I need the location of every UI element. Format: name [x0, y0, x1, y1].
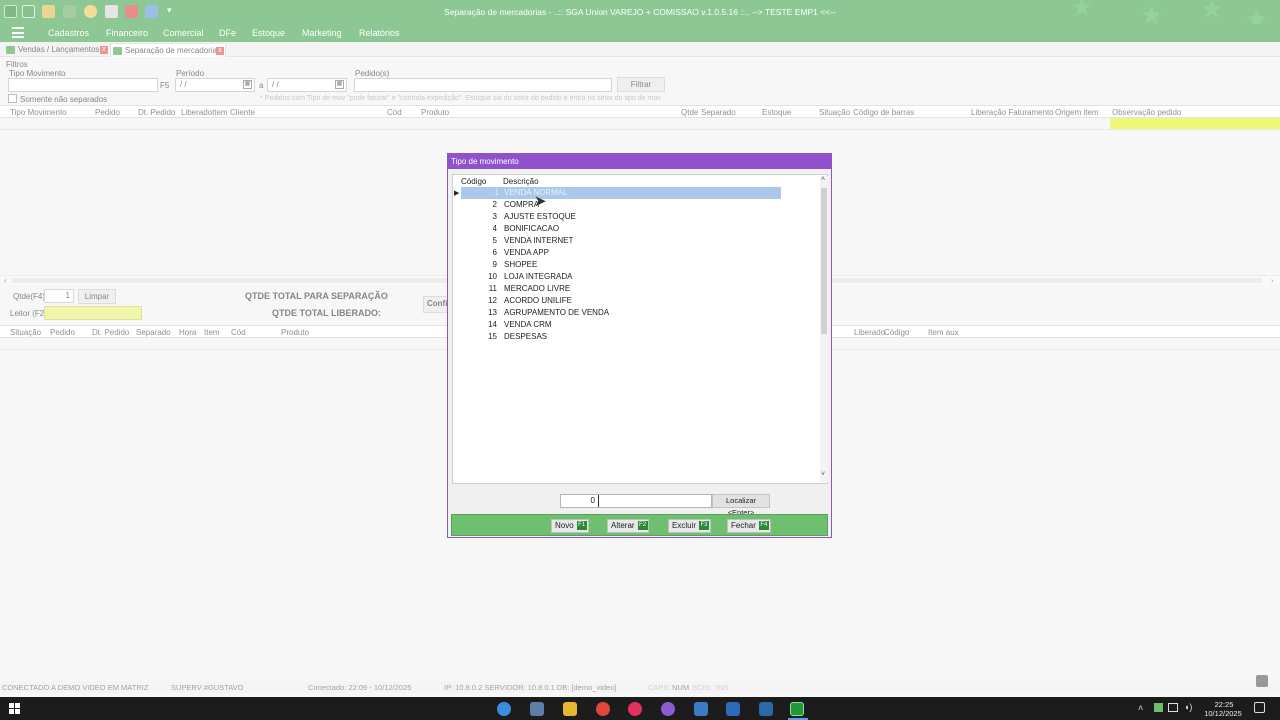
key-hint: F4 [758, 521, 769, 531]
edge-icon[interactable] [497, 702, 511, 716]
network-icon[interactable] [1168, 703, 1178, 712]
scroll-up-icon[interactable]: ˄ [821, 176, 825, 183]
list-item[interactable]: 4 BONIFICACAO [461, 223, 779, 235]
novo-button[interactable]: Novo F1 [551, 519, 589, 533]
search-caret-area [598, 495, 710, 507]
file-explorer-icon[interactable] [563, 702, 577, 716]
monitor-app-icon[interactable] [530, 702, 544, 716]
tipo-movimento-dialog: Tipo de movimento Código Descrição ▶ 1 VE… [447, 153, 832, 538]
mouse-cursor-icon: ➤ [534, 193, 547, 210]
row-pointer-icon: ▶ [454, 190, 460, 197]
terminal-app-icon[interactable] [759, 702, 773, 716]
list-item[interactable]: 5 VENDA INTERNET [461, 235, 779, 247]
list-item[interactable]: 11 MERCADO LIVRE [461, 283, 779, 295]
chrome-icon[interactable] [596, 702, 610, 716]
list-item[interactable]: 10 LOJA INTEGRADA [461, 271, 779, 283]
col-codigo[interactable]: Código [461, 177, 486, 186]
dialog-title: Tipo de movimento [448, 154, 831, 169]
media-player-icon[interactable] [628, 702, 642, 716]
tipo-movimento-grid: Código Descrição ▶ 1 VENDA NORMAL 2 COMPRA… [452, 174, 828, 484]
sga-union-app-icon[interactable] [790, 702, 804, 716]
dialog-footer: Novo F1 Alterar F2 Excluir F3 Fechar F4 [451, 514, 828, 536]
alterar-button[interactable]: Alterar F2 [607, 519, 649, 533]
clock-date[interactable]: 10/12/2025 [1200, 709, 1246, 718]
key-hint: F1 [576, 521, 587, 531]
col-descricao[interactable]: Descrição [503, 177, 539, 186]
list-item[interactable]: 13 AGRUPAMENTO DE VENDA [461, 307, 779, 319]
list-item[interactable]: 3 AJUSTE ESTOQUE [461, 211, 779, 223]
key-hint: F3 [699, 521, 710, 531]
vertical-scrollbar[interactable]: ˄ ˅ [820, 176, 828, 482]
windows-start-icon[interactable] [9, 703, 21, 715]
notifications-icon[interactable] [1254, 702, 1265, 713]
excluir-button[interactable]: Excluir F3 [668, 519, 711, 533]
key-hint: F2 [637, 521, 648, 531]
fechar-button[interactable]: Fechar F4 [727, 519, 771, 533]
scroll-thumb[interactable] [821, 188, 827, 334]
list-item[interactable]: 9 SHOPEE [461, 259, 779, 271]
windows-taskbar: ˄ ◖) 22:25 10/12/2025 [0, 697, 1280, 720]
list-item[interactable]: 12 ACORDO UNILIFE [461, 295, 779, 307]
remote-desktop-icon[interactable] [694, 702, 708, 716]
list-item[interactable]: 1 VENDA NORMAL [461, 187, 781, 199]
clock-time[interactable]: 22:25 [1203, 700, 1245, 709]
scroll-down-icon[interactable]: ˅ [821, 471, 825, 478]
list-item[interactable]: 2 COMPRA [461, 199, 779, 211]
list-item[interactable]: 6 VENDA APP [461, 247, 779, 259]
list-item[interactable]: 14 VENDA CRM [461, 319, 779, 331]
tray-app-icon[interactable] [1154, 703, 1163, 712]
list-item[interactable]: 15 DESPESAS [461, 331, 779, 343]
document-app-icon[interactable] [726, 702, 740, 716]
tray-chevron-icon[interactable]: ˄ [1138, 703, 1143, 713]
volume-icon[interactable]: ◖) [1184, 702, 1192, 712]
chat-app-icon[interactable] [661, 702, 675, 716]
localizar-button[interactable]: Localizar <Enter> [712, 494, 770, 517]
